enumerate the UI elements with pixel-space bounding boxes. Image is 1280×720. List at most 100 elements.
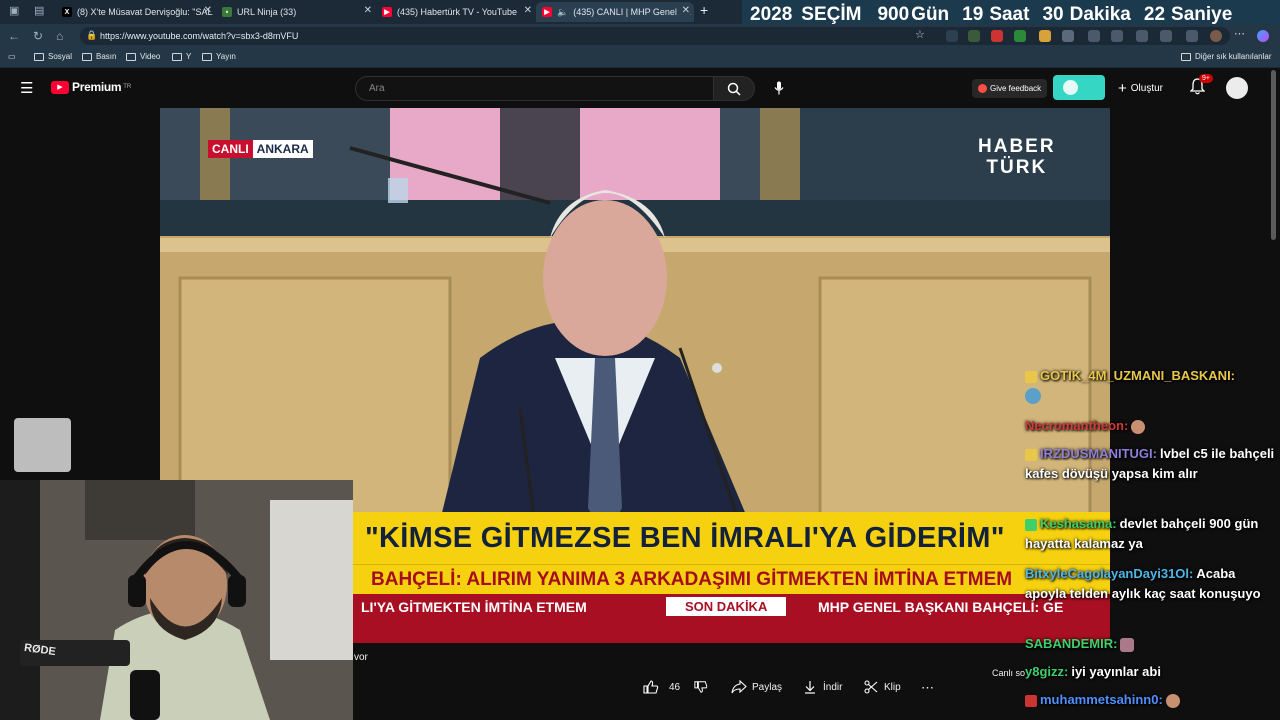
extension-icon[interactable] <box>1088 30 1100 42</box>
son-dakika-badge: SON DAKİKA <box>666 597 787 616</box>
reload-icon[interactable]: ↻ <box>33 29 43 43</box>
live-tag: CANLI ANKARA <box>208 140 313 158</box>
notifications-button[interactable]: 9+ <box>1190 74 1213 95</box>
countdown-election: SEÇİM <box>801 4 862 25</box>
create-button[interactable]: + Oluştur <box>1118 78 1163 98</box>
share-icon <box>731 680 747 694</box>
search-icon <box>727 82 741 96</box>
sub-badge-icon <box>1025 518 1037 531</box>
more-actions-button[interactable]: ⋯ <box>921 680 934 696</box>
account-avatar[interactable] <box>1226 77 1248 99</box>
more-icon[interactable]: ⋯ <box>1234 27 1246 40</box>
close-tab-icon[interactable]: ✕ <box>364 5 372 16</box>
chat-message: Necromantheon: <box>1025 416 1275 436</box>
bookmarks-bar: ▭ Sosyal Basın Video Y Yayın Diğer sık k… <box>0 48 1280 68</box>
bookmark-folder[interactable]: Sosyal <box>34 52 72 61</box>
youtube-logo[interactable]: ▶ Premium TR <box>51 80 131 94</box>
countdown-hours: 19 <box>962 4 984 25</box>
youtube-header: ☰ ▶ Premium TR Ara Give feedback + Oluşt… <box>0 68 1280 108</box>
clip-button[interactable]: Klip <box>864 680 901 694</box>
location-label: ANKARA <box>252 140 313 158</box>
bookmark-folder[interactable]: Basın <box>82 52 116 61</box>
haberturk-logo: HABER TÜRK <box>978 136 1056 178</box>
extension-icon[interactable] <box>1062 30 1074 42</box>
headline-banner: "KİMSE GİTMEZSE BEN İMRALI'YA GİDERİM" <box>353 512 1110 564</box>
share-button[interactable]: Paylaş <box>731 680 782 694</box>
tab-url-ninja[interactable]: ▪ URL Ninja (33) ✕ <box>216 2 376 22</box>
emote-icon <box>1165 693 1180 708</box>
star-icon[interactable]: ☆ <box>915 28 927 41</box>
ticker-left-text: LI'YA GİTMEKTEN İMTİNA ETMEM <box>361 599 587 615</box>
give-feedback-button[interactable]: Give feedback <box>972 79 1048 98</box>
speaker-icon[interactable]: 🔈 <box>557 7 568 18</box>
folder-icon <box>82 52 92 61</box>
tab-actions-icon[interactable]: ▤ <box>34 4 44 17</box>
menu-icon[interactable]: ☰ <box>20 79 33 97</box>
tab-canli-mhp[interactable]: ▶ 🔈 (435) CANLI | MHP Genel Ba ✕ <box>536 2 694 22</box>
other-bookmarks[interactable]: Diğer sık kullanılanlar <box>1181 52 1271 61</box>
youtube-icon: ▶ <box>382 7 392 17</box>
close-tab-icon[interactable]: ✕ <box>524 5 532 16</box>
countdown-seconds: 22 <box>1143 4 1166 25</box>
bookmark-folder[interactable]: Yayın <box>202 52 236 61</box>
close-tab-icon[interactable]: ✕ <box>204 5 212 16</box>
extension-icon[interactable] <box>968 30 980 42</box>
countdown-days-unit: Gün <box>911 4 950 25</box>
collections-icon[interactable] <box>1136 30 1148 42</box>
webcam-scene <box>0 480 353 720</box>
dislike-button[interactable] <box>694 680 708 694</box>
like-button[interactable]: 46 <box>643 680 680 694</box>
search-button[interactable] <box>713 76 755 101</box>
share-icon[interactable] <box>1186 30 1198 42</box>
like-count: 46 <box>669 681 681 693</box>
feedback-icon <box>978 84 987 93</box>
favorites-icon[interactable] <box>1111 30 1123 42</box>
heart-icon[interactable] <box>1160 30 1172 42</box>
workspaces-icon[interactable]: ▣ <box>9 4 19 17</box>
download-button[interactable]: İndir <box>803 680 842 694</box>
bookmark-folder[interactable]: Y <box>172 52 191 61</box>
youtube-icon: ▶ <box>542 7 552 17</box>
home-icon[interactable]: ⌂ <box>56 29 63 43</box>
tab-haberturk[interactable]: ▶ (435) Habertürk TV - YouTube ✕ <box>376 2 536 22</box>
search-placeholder: Ara <box>369 83 385 94</box>
url-ninja-icon: ▪ <box>222 7 232 17</box>
close-tab-icon[interactable]: ✕ <box>679 5 690 16</box>
folder-icon <box>34 52 44 61</box>
copilot-icon[interactable] <box>1257 30 1269 42</box>
emote-icon <box>1120 637 1135 652</box>
extension-icon[interactable] <box>1039 30 1051 42</box>
tab-label: (435) Habertürk TV - YouTube <box>397 7 518 17</box>
countdown-minutes: 30 <box>1042 4 1064 25</box>
url-field[interactable]: 🔒 https://www.youtube.com/watch?v=sbx3-d… <box>80 27 1230 45</box>
voice-search-button[interactable] <box>768 77 790 99</box>
page-scrollbar[interactable] <box>1271 70 1276 240</box>
news-ticker: LI'YA GİTMEKTEN İMTİNA ETMEM SON DAKİKA … <box>353 594 1110 643</box>
bookmark-folder[interactable]: Video <box>126 52 160 61</box>
chat-message: BitxyleCagolayanDayi31Ol: Acaba apoyla te… <box>1025 566 1261 601</box>
extension-icon[interactable] <box>946 30 958 42</box>
folder-icon <box>172 52 182 61</box>
scissors-icon <box>864 680 878 694</box>
extension-icon[interactable] <box>1014 30 1026 42</box>
thumbs-down-icon <box>694 681 708 693</box>
extension-toggle[interactable] <box>1053 75 1105 100</box>
folder-icon <box>126 52 136 61</box>
new-tab-button[interactable]: + <box>700 2 708 18</box>
tab-label: (435) CANLI | MHP Genel Ba <box>573 7 691 17</box>
tab-x-post[interactable]: X (8) X'te Müsavat Dervişoğlu: "SAL ✕ <box>56 2 216 22</box>
search-input[interactable]: Ara <box>355 76 714 101</box>
webcam-overlay: RØDE <box>0 480 353 720</box>
back-icon[interactable]: ← <box>8 29 20 43</box>
profile-avatar[interactable] <box>1210 30 1222 42</box>
headline-text: "KİMSE GİTMEZSE BEN İMRALI'YA GİDERİM" <box>365 522 1005 554</box>
subheadline-banner: BAHÇELİ: ALIRIM YANIMA 3 ARKADAŞIMI GİTM… <box>353 564 1110 594</box>
sidebar-toggle-icon[interactable]: ▭ <box>8 52 16 61</box>
lock-icon: 🔒 <box>86 30 98 40</box>
subheadline-text: BAHÇELİ: ALIRIM YANIMA 3 ARKADAŞIMI GİTM… <box>371 569 1013 590</box>
extension-icon[interactable] <box>991 30 1003 42</box>
sub-badge-icon <box>1025 694 1037 707</box>
download-icon <box>805 681 815 694</box>
chat-message: y8gizz: iyi yayınlar abi <box>1025 664 1161 679</box>
youtube-play-icon: ▶ <box>51 80 69 94</box>
